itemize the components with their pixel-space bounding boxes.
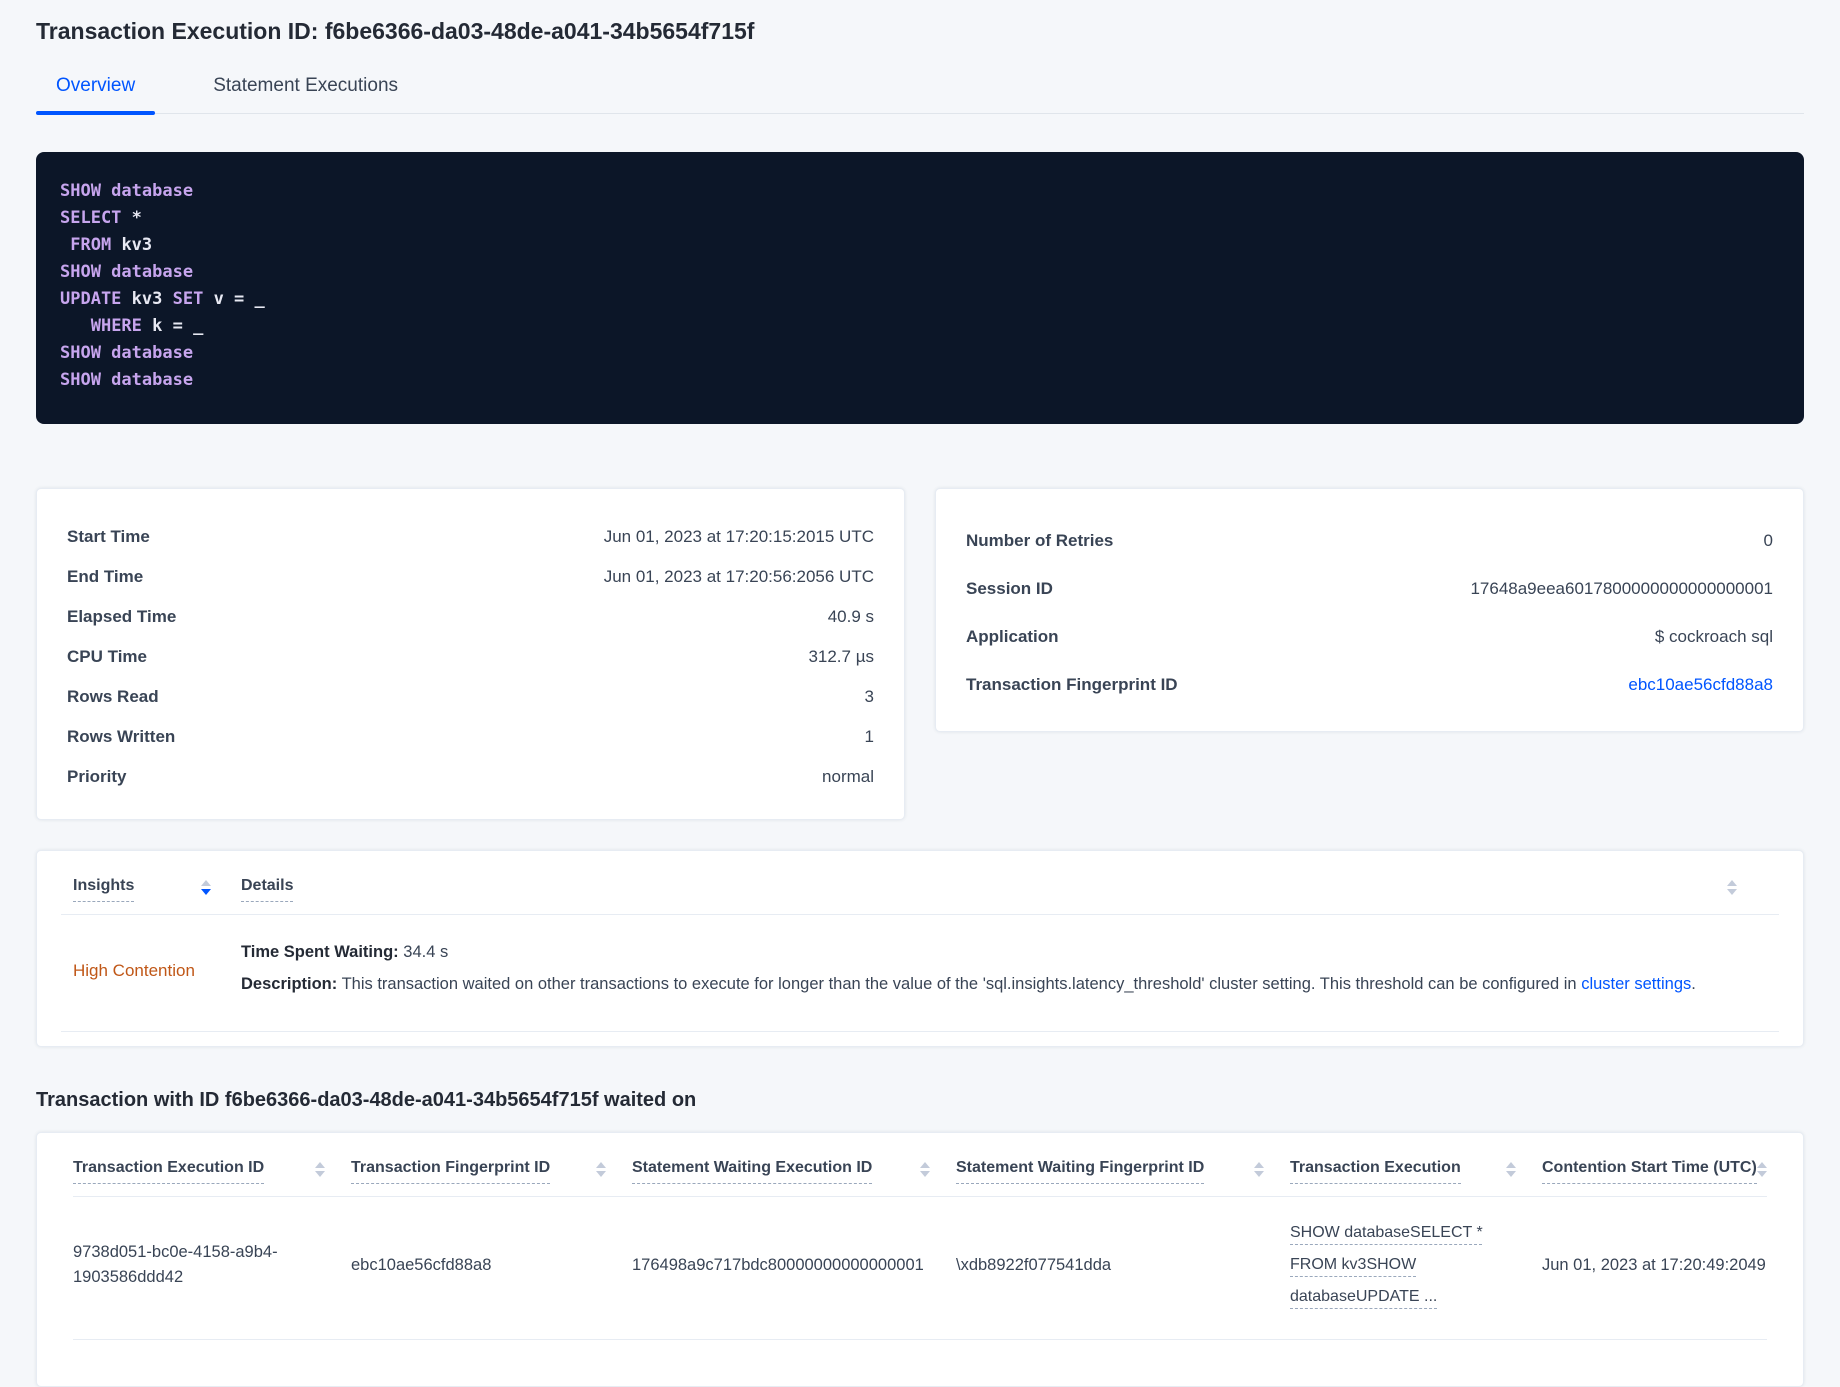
column-header-transaction-execution: Transaction Execution <box>1290 1159 1542 1184</box>
waited-on-heading: Transaction with ID f6be6366-da03-48de-a… <box>36 1089 697 1111</box>
description-text: This transaction waited on other transac… <box>341 975 1577 993</box>
stat-row-application: Application $ cockroach sql <box>966 613 1773 661</box>
stat-label: Session ID <box>966 579 1053 598</box>
column-header-contention-start-time: Contention Start Time (UTC) <box>1542 1159 1767 1184</box>
waiting-time-label: Time Spent Waiting: <box>241 943 399 961</box>
stat-label: Application <box>966 627 1059 646</box>
stat-label: Elapsed Time <box>67 607 177 626</box>
transaction-fingerprint-link[interactable]: ebc10ae56cfd88a8 <box>1628 675 1773 695</box>
stat-label: Start Time <box>67 527 150 546</box>
stat-row-start-time: Start Time Jun 01, 2023 at 17:20:15:2015… <box>67 517 874 557</box>
column-header-statement-waiting-execution-id: Statement Waiting Execution ID <box>632 1159 956 1184</box>
sort-icon[interactable] <box>1506 1159 1516 1177</box>
waited-on-table-header: Transaction Execution ID Transaction Fin… <box>73 1133 1767 1196</box>
sort-icon[interactable] <box>1254 1159 1264 1177</box>
stat-value: 1 <box>864 727 874 746</box>
tab-statement-executions[interactable]: Statement Executions <box>193 75 418 113</box>
stat-row-end-time: End Time Jun 01, 2023 at 17:20:56:2056 U… <box>67 557 874 597</box>
stat-row-priority: Priority normal <box>67 757 874 797</box>
sql-statements-box: SHOW database SELECT * FROM kv3 SHOW datab… <box>36 152 1804 424</box>
insights-column-header: Insights <box>73 877 135 902</box>
insights-table-card: Insights Details High Contention Time Sp… <box>36 850 1804 1047</box>
details-column-header: Details <box>241 877 294 902</box>
session-info-card: Number of Retries 0 Session ID 17648a9ee… <box>935 488 1804 732</box>
transaction-execution-link[interactable]: SHOW databaseSELECT * FROM kv3SHOW datab… <box>1290 1217 1542 1313</box>
stat-value: 40.9 s <box>827 607 874 626</box>
sort-icon[interactable] <box>596 1159 606 1177</box>
tab-overview[interactable]: Overview <box>36 75 156 115</box>
stat-label: Number of Retries <box>966 531 1114 550</box>
description-label: Description: <box>241 975 338 993</box>
column-header-transaction-fingerprint-id: Transaction Fingerprint ID <box>351 1159 632 1184</box>
stat-label: Rows Read <box>67 687 159 706</box>
summary-cards-row: Start Time Jun 01, 2023 at 17:20:15:2015… <box>36 488 1804 820</box>
stat-row-transaction-fingerprint-id: Transaction Fingerprint ID ebc10ae56cfd8… <box>966 661 1773 709</box>
cell-transaction-fingerprint-id: ebc10ae56cfd88a8 <box>351 1255 492 1274</box>
description-suffix: . <box>1691 975 1696 993</box>
column-header-transaction-execution-id: Transaction Execution ID <box>73 1159 351 1184</box>
sort-icon[interactable] <box>920 1159 930 1177</box>
stat-row-cpu-time: CPU Time 312.7 µs <box>67 637 874 677</box>
insight-row: High Contention Time Spent Waiting: 34.4… <box>61 915 1779 1031</box>
stat-label: Rows Written <box>67 727 176 746</box>
stat-value: 17648a9eea6017800000000000000001 <box>1470 579 1773 598</box>
stat-value: normal <box>822 767 874 786</box>
stat-value: 0 <box>1763 531 1773 550</box>
cell-statement-waiting-fingerprint-id: \xdb8922f077541dda <box>956 1255 1112 1274</box>
insight-details: Time Spent Waiting: 34.4 s Description: … <box>241 939 1696 1003</box>
cluster-settings-link[interactable]: cluster settings <box>1581 975 1691 993</box>
cell-statement-waiting-execution-id: 176498a9c717bdc80000000000000001 <box>632 1255 924 1274</box>
page-title: Transaction Execution ID: f6be6366-da03-… <box>36 18 755 44</box>
transaction-execution-details-page: Transaction Execution ID: f6be6366-da03-… <box>0 0 1840 1387</box>
column-header-statement-waiting-fingerprint-id: Statement Waiting Fingerprint ID <box>956 1159 1290 1184</box>
stat-row-elapsed-time: Elapsed Time 40.9 s <box>67 597 874 637</box>
stat-row-session-id: Session ID 17648a9eea6017800000000000000… <box>966 565 1773 613</box>
insights-table-header: Insights Details <box>61 851 1779 914</box>
stat-value: Jun 01, 2023 at 17:20:56:2056 UTC <box>603 567 874 586</box>
stat-label: Priority <box>67 767 127 786</box>
sort-icon[interactable] <box>315 1159 325 1177</box>
stat-value: $ cockroach sql <box>1654 627 1773 646</box>
stat-row-rows-read: Rows Read 3 <box>67 677 874 717</box>
waiting-time-value: 34.4 s <box>403 943 449 961</box>
sort-icon[interactable] <box>201 877 211 895</box>
stat-label: CPU Time <box>67 647 147 666</box>
stat-value: 3 <box>864 687 874 706</box>
stat-label: End Time <box>67 567 144 586</box>
cell-transaction-execution-id: 9738d051-bc0e-4158-a9b4-1903586ddd42 <box>73 1243 278 1286</box>
sort-icon[interactable] <box>1757 1159 1767 1177</box>
execution-stats-card: Start Time Jun 01, 2023 at 17:20:15:2015… <box>36 488 905 820</box>
stat-row-rows-written: Rows Written 1 <box>67 717 874 757</box>
stat-value: Jun 01, 2023 at 17:20:15:2015 UTC <box>603 527 874 546</box>
insight-type-badge: High Contention <box>73 961 195 980</box>
sort-icon[interactable] <box>1727 877 1737 895</box>
tab-bar: Overview Statement Executions <box>36 75 1804 115</box>
stat-value: 312.7 µs <box>808 647 874 666</box>
stat-label: Transaction Fingerprint ID <box>966 675 1178 694</box>
stat-row-number-of-retries: Number of Retries 0 <box>966 517 1773 565</box>
cell-contention-start-time: Jun 01, 2023 at 17:20:49:2049 <box>1542 1255 1766 1274</box>
waited-on-table-card: Transaction Execution ID Transaction Fin… <box>36 1132 1804 1387</box>
